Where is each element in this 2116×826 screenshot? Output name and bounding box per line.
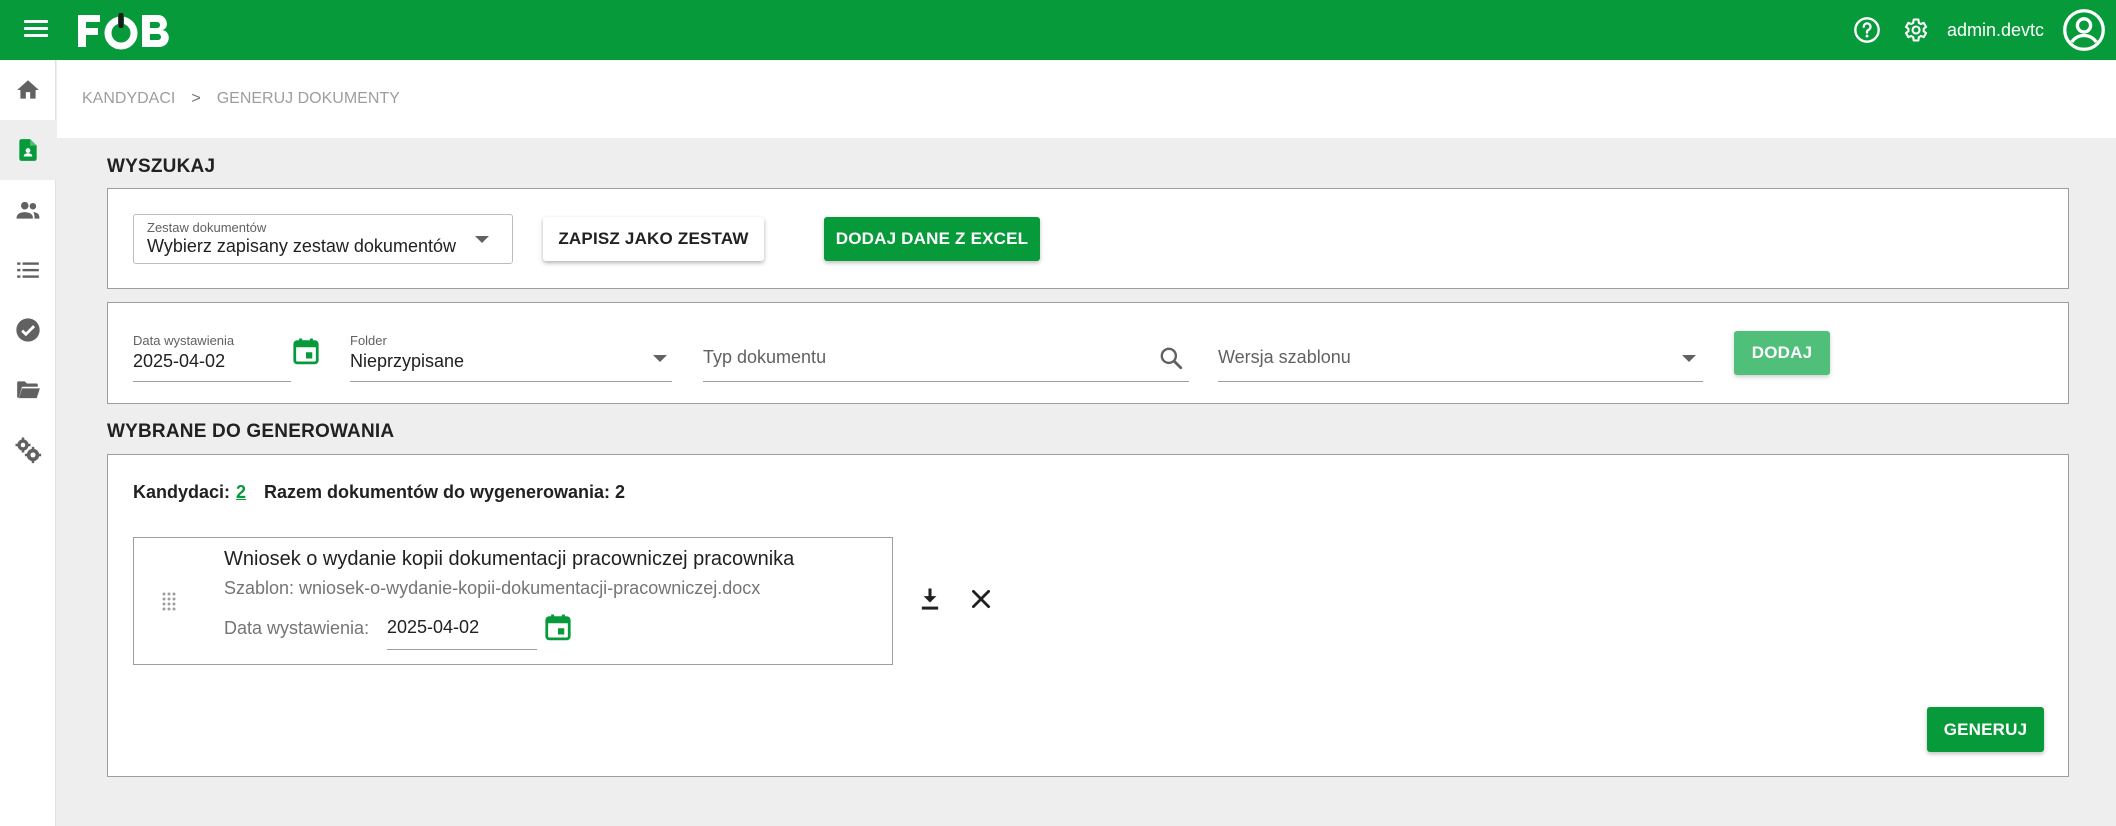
- search-icon[interactable]: [1158, 345, 1184, 376]
- gear-icon[interactable]: [1899, 14, 1931, 46]
- calendar-icon[interactable]: [543, 612, 573, 642]
- template-version-placeholder: Wersja szablonu: [1218, 347, 1351, 367]
- sidebar-item-people[interactable]: [0, 180, 56, 240]
- sidebar-item-home[interactable]: [0, 60, 56, 120]
- folder-select[interactable]: Folder Nieprzypisane: [350, 333, 672, 382]
- sidebar-item-folder[interactable]: [0, 360, 56, 420]
- document-date-value: 2025-04-02: [387, 617, 480, 637]
- top-app-bar: admin.devtc: [0, 0, 2116, 60]
- document-date-label: Data wystawienia:: [224, 618, 370, 638]
- add-excel-data-button[interactable]: DODAJ DANE Z EXCEL: [824, 217, 1040, 261]
- sidebar: [0, 60, 56, 826]
- candidates-count-link[interactable]: 2: [236, 482, 246, 503]
- folder-open-icon: [17, 381, 40, 399]
- drag-handle-icon[interactable]: [161, 591, 177, 611]
- document-template-name: Szablon: wniosek-o-wydanie-kopii-dokumen…: [224, 578, 761, 598]
- breadcrumb-item-candidates[interactable]: KANDYDACI: [82, 90, 175, 108]
- total-documents-label: Razem dokumentów do wygenerowania: 2: [264, 482, 626, 502]
- template-version-select[interactable]: Wersja szablonu: [1218, 333, 1703, 382]
- breadcrumb-item-generate-documents: GENERUJ DOKUMENTY: [216, 90, 400, 107]
- issue-date-field[interactable]: Data wystawienia 2025-04-02: [133, 333, 291, 382]
- generate-button[interactable]: GENERUJ: [1927, 707, 2044, 752]
- document-type-placeholder: Typ dokumentu: [703, 347, 827, 367]
- sidebar-item-documents[interactable]: [0, 120, 56, 180]
- document-set-label: Zestaw dokumentów: [147, 220, 267, 235]
- candidates-summary: Kandydaci: 2: [133, 482, 246, 503]
- document-person-icon: [19, 139, 37, 161]
- document-type-field[interactable]: Typ dokumentu: [703, 333, 1189, 382]
- download-icon[interactable]: [916, 585, 946, 615]
- people-icon: [16, 201, 40, 219]
- sidebar-item-settings[interactable]: [0, 420, 56, 480]
- breadcrumb-separator: >: [191, 90, 201, 107]
- remove-icon[interactable]: [968, 586, 996, 614]
- username-label[interactable]: admin.devtc: [1947, 20, 2044, 41]
- menu-icon[interactable]: [20, 16, 52, 44]
- folder-label: Folder: [350, 333, 387, 348]
- breadcrumb: KANDYDACI > GENERUJ DOKUMENTY: [82, 90, 400, 108]
- selected-section-title: WYBRANE DO GENEROWANIA: [107, 421, 395, 442]
- document-set-panel: Zestaw dokumentów Wybierz zapisany zesta…: [107, 188, 2069, 289]
- folder-value: Nieprzypisane: [350, 351, 465, 371]
- document-set-select[interactable]: Zestaw dokumentów Wybierz zapisany zesta…: [133, 214, 513, 264]
- check-circle-icon: [16, 318, 40, 342]
- gears-icon: [15, 437, 42, 464]
- document-title: Wniosek o wydanie kopii dokumentacji pra…: [224, 548, 795, 570]
- sidebar-item-list[interactable]: [0, 240, 56, 300]
- document-date-field[interactable]: 2025-04-02: [387, 610, 537, 650]
- candidates-label: Kandydaci:: [133, 482, 231, 502]
- issue-date-label: Data wystawienia: [133, 333, 235, 348]
- account-circle-icon[interactable]: [2062, 8, 2106, 52]
- filters-panel: Data wystawienia 2025-04-02 Folder Niepr…: [107, 302, 2069, 404]
- help-icon[interactable]: [1851, 14, 1883, 46]
- search-section-title: WYSZUKAJ: [107, 156, 216, 177]
- selected-documents-panel: Kandydaci: 2 Razem dokumentów do wygener…: [107, 454, 2069, 777]
- breadcrumb-bar: KANDYDACI > GENERUJ DOKUMENTY: [57, 60, 2116, 138]
- home-icon: [17, 80, 39, 99]
- chevron-down-icon: [1682, 355, 1696, 362]
- chevron-down-icon: [653, 355, 667, 362]
- document-card: Wniosek o wydanie kopii dokumentacji pra…: [133, 537, 893, 665]
- chevron-down-icon: [475, 236, 489, 243]
- sidebar-item-check[interactable]: [0, 300, 56, 360]
- list-icon: [17, 262, 39, 278]
- calendar-icon[interactable]: [291, 336, 323, 368]
- document-set-value: Wybierz zapisany zestaw dokumentów: [147, 236, 456, 256]
- save-as-set-button[interactable]: ZAPISZ JAKO ZESTAW: [543, 217, 764, 261]
- add-button[interactable]: DODAJ: [1734, 331, 1830, 375]
- app-logo[interactable]: [76, 9, 186, 51]
- issue-date-value: 2025-04-02: [133, 351, 226, 371]
